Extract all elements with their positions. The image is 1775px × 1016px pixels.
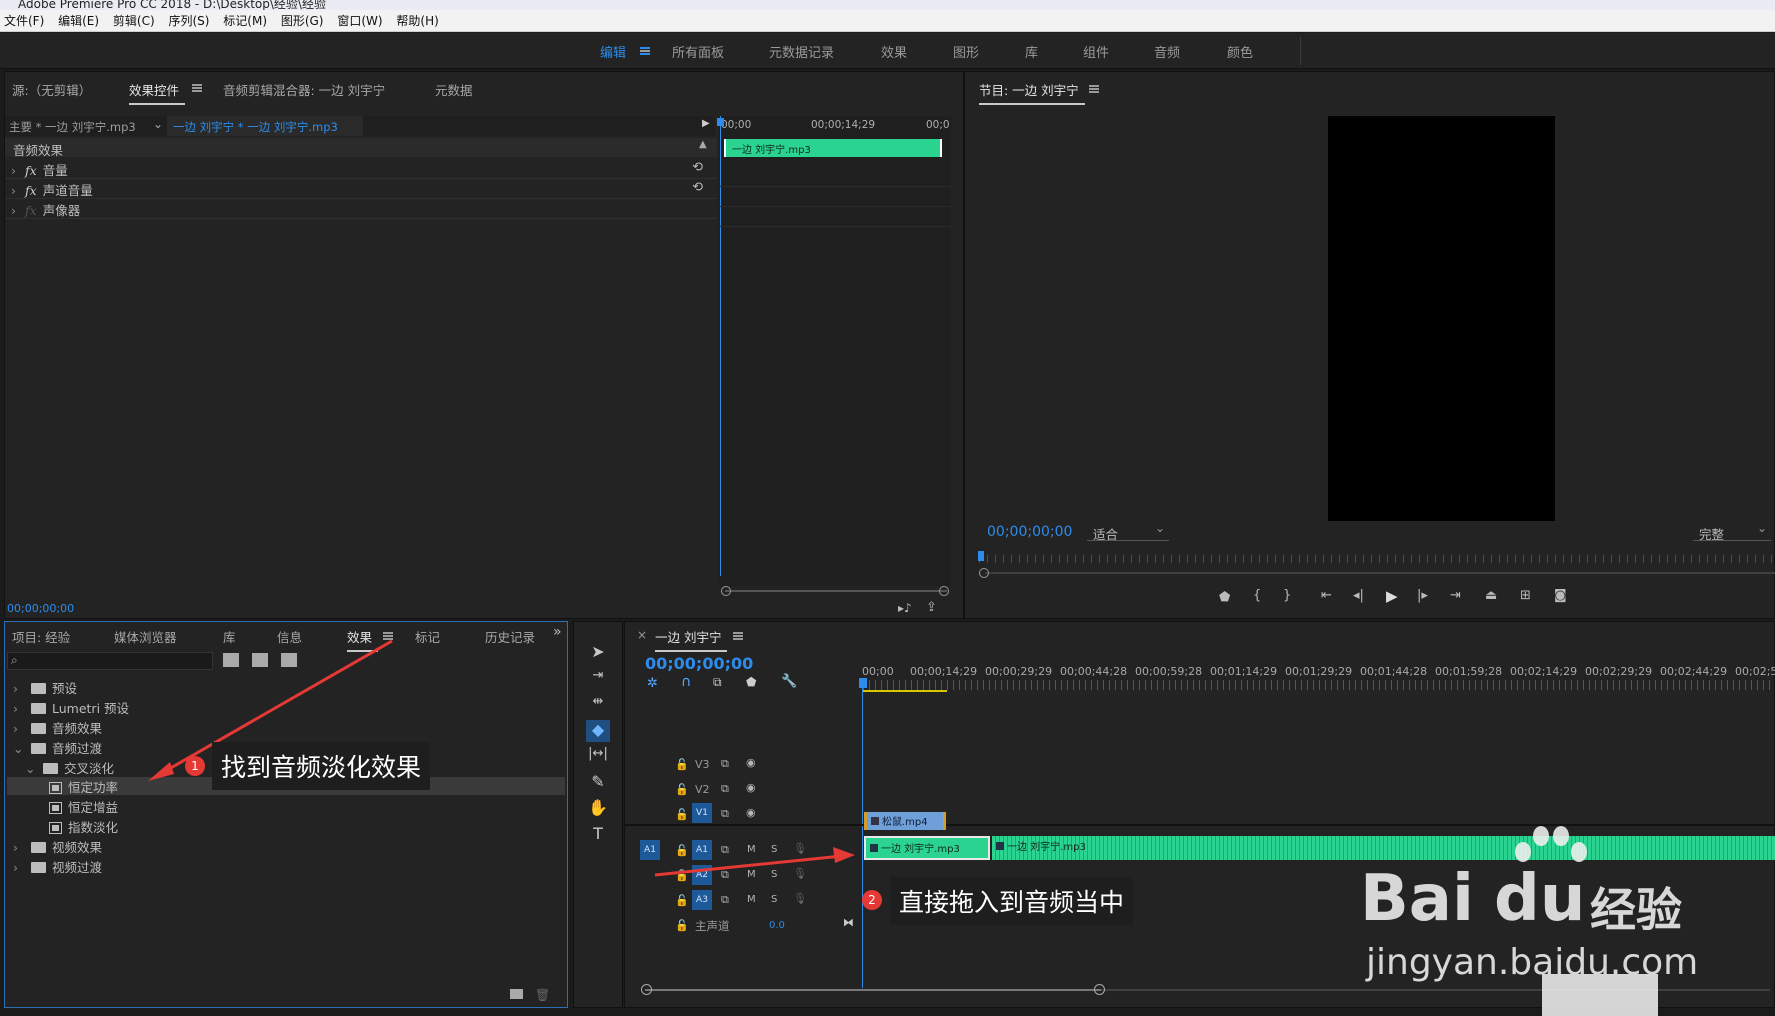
watermark-brand: Bai xyxy=(1360,862,1474,936)
baidu-watermark: Bai du 经验 jingyan.baidu.com xyxy=(1360,826,1760,1016)
watermark-avatar-image xyxy=(1542,974,1658,1016)
watermark-brand-du: du xyxy=(1494,862,1586,936)
watermark-cn: 经验 xyxy=(1590,883,1682,937)
annotation-badge-2: 2 xyxy=(862,890,882,910)
baidu-paw-icon xyxy=(1515,826,1587,872)
annotation-callout-2: 直接拖入到音频当中 xyxy=(890,877,1134,925)
annotation-arrowhead-1 xyxy=(148,762,174,781)
annotation-callout-1: 找到音频淡化效果 xyxy=(212,742,431,790)
annotation-arrow-2 xyxy=(654,854,843,877)
annotation-badge-1: 1 xyxy=(185,756,205,776)
annotation-arrowhead-2 xyxy=(833,847,855,863)
